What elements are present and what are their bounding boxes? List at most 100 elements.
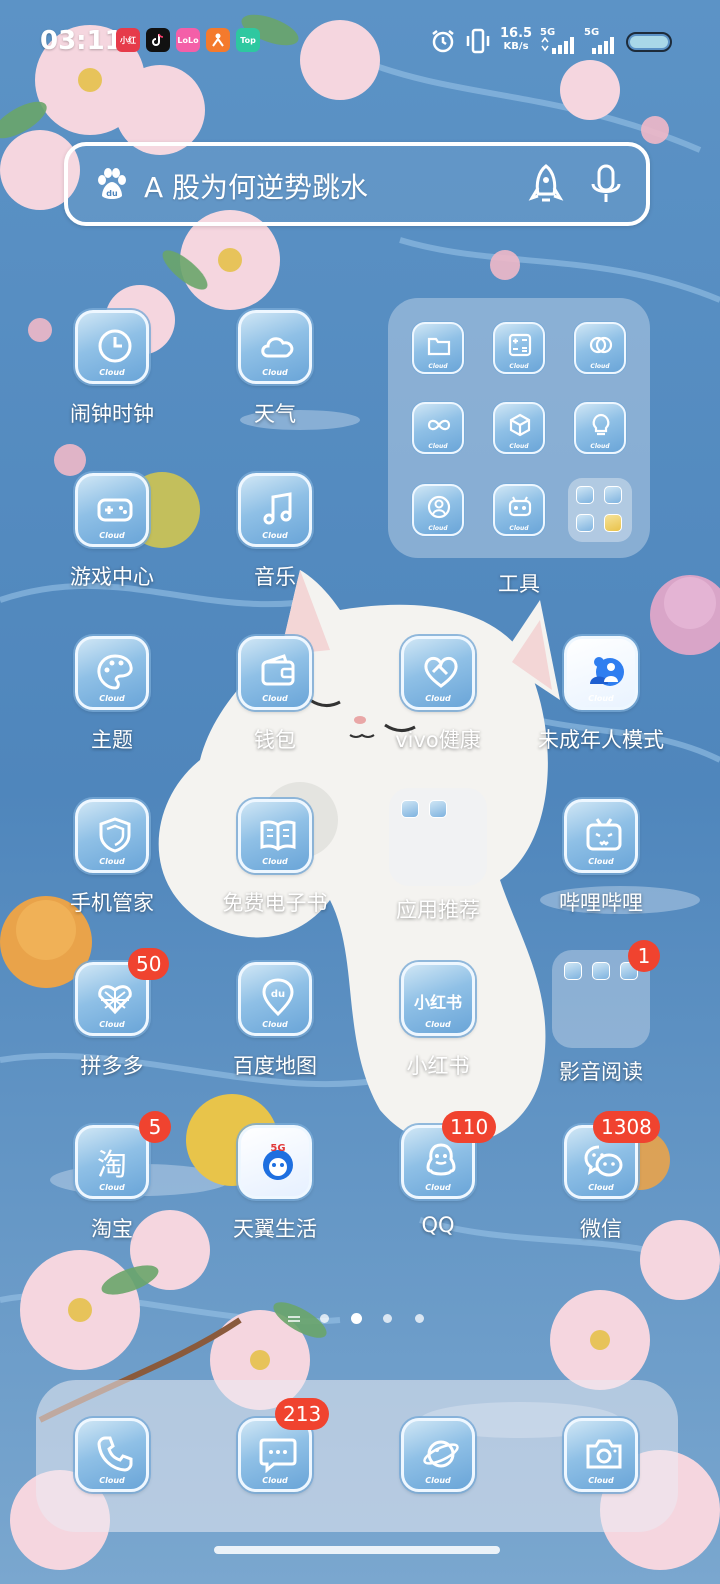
app-minor-mode[interactable]: Cloud 未成年人模式 [521,636,681,776]
notification-badge: 50 [128,948,170,980]
xiaohongshu-icon: 小红书 [413,993,462,1012]
app-icon-tile[interactable]: Cloud [401,1418,475,1492]
app-label: QQ [421,1213,455,1237]
app-pinduoduo[interactable]: Cloud 50 拼多多 [32,948,192,1102]
app-icon-tile[interactable]: Cloud [75,473,149,547]
folder-app-calculator[interactable]: Cloud [493,322,545,374]
page-dot[interactable] [415,1314,424,1323]
svg-text:du: du [106,189,118,198]
app-icon-tile[interactable]: Cloud [401,636,475,710]
folder-subgroup[interactable] [568,478,632,542]
app-icon-tile[interactable]: 淘 Cloud [75,1125,149,1199]
penguin-icon [426,1143,456,1176]
search-bar[interactable]: du A 股为何逆势跳水 [64,142,650,226]
rocket-icon[interactable] [526,162,566,206]
microphone-icon[interactable] [586,162,626,206]
app-tianyi-life[interactable]: 5G 天翼生活 [195,1125,355,1265]
app-wechat[interactable]: Cloud 1308 微信 [521,1111,681,1265]
app-icon-tile[interactable]: Cloud [238,636,312,710]
app-icon-tile[interactable]: du Cloud [238,962,312,1036]
app-wallet[interactable]: Cloud 钱包 [195,636,355,776]
app-label: 天翼生活 [233,1217,317,1241]
app-icon-tile[interactable]: Cloud [75,310,149,384]
folder-app-rings[interactable]: Cloud [574,322,626,374]
app-phone-manager[interactable]: Cloud 手机管家 [32,799,192,939]
app-label: 钱包 [254,728,296,752]
net-speed-value: 16.5 [500,26,533,41]
folder-app-remote[interactable]: Cloud [493,484,545,536]
app-icon-tile[interactable]: Cloud [238,799,312,873]
tv-icon [586,818,622,851]
palette-icon [97,654,133,690]
message-icon [259,1438,297,1474]
page-dot-active[interactable] [351,1313,362,1324]
folder-app-infinity[interactable]: Cloud [412,402,464,454]
folder-app-tips[interactable]: Cloud [574,402,626,454]
app-icon-tile[interactable]: Cloud [75,799,149,873]
page-indicator-menu-icon [288,1316,300,1318]
app-taobao[interactable]: 淘 Cloud 5 淘宝 [32,1111,192,1265]
app-game-center[interactable]: Cloud 游戏中心 [32,473,192,613]
app-icon-tile[interactable]: Cloud [564,799,638,873]
taobao-icon: 淘 [97,1148,127,1183]
app-label: vivo健康 [395,728,481,752]
icon-caption: Cloud [588,1476,614,1485]
app-weather[interactable]: Cloud 天气 [195,310,355,450]
dock-phone[interactable]: Cloud [32,1418,192,1558]
music-note-icon [263,492,292,525]
icon-caption: Cloud [428,525,448,532]
app-bilibili[interactable]: Cloud 哔哩哔哩 [521,799,681,939]
tianyi-5g-text: 5G [270,1143,285,1154]
folder-app-recommend[interactable] [389,788,487,886]
icon-caption: Cloud [425,1183,451,1192]
app-xiaohongshu[interactable]: 小红书 Cloud 小红书 [358,962,518,1102]
lele-app-icon: LoLo [176,28,200,52]
app-free-ebook[interactable]: Cloud 免费电子书 [195,799,355,939]
app-icon-tile[interactable]: Cloud [564,636,638,710]
app-label: 音乐 [254,565,296,589]
gamepad-icon [97,498,133,522]
home-indicator[interactable] [214,1546,500,1554]
dock-messages[interactable]: Cloud 213 [195,1398,355,1558]
dock-camera[interactable]: Cloud [521,1418,681,1558]
app-icon-tile[interactable]: 小红书 Cloud [401,962,475,1036]
heart-icon [424,656,458,688]
app-icon-tile[interactable]: Cloud [238,310,312,384]
app-label: 免费电子书 [222,891,328,915]
app-icon-tile[interactable]: 5G [238,1125,312,1199]
app-label: 手机管家 [70,891,154,915]
folder-app-box[interactable]: Cloud [493,402,545,454]
icon-caption: Cloud [590,363,610,370]
app-vivo-health[interactable]: Cloud vivo健康 [358,636,518,776]
app-clock[interactable]: Cloud 闹钟时钟 [32,310,192,450]
app-label: 哔哩哔哩 [559,891,643,915]
app-icon-tile[interactable]: Cloud [75,1418,149,1492]
app-qq[interactable]: Cloud 110 QQ [358,1111,518,1265]
page-dot[interactable] [383,1314,392,1323]
folder-icon [427,337,451,356]
folder-app-account[interactable]: Cloud [412,484,464,536]
mini-app-icon [576,514,594,532]
folder-tools[interactable]: Cloud Cloud Cloud Cloud Cloud Cloud Clou… [388,298,650,558]
app-baidu-map[interactable]: du Cloud 百度地图 [195,962,355,1102]
app-icon-tile[interactable]: Cloud [564,1418,638,1492]
icon-caption: Cloud [588,694,614,703]
map-pin-icon: du [262,978,294,1017]
app-theme[interactable]: Cloud 主题 [32,636,192,776]
page-dot[interactable] [320,1314,329,1323]
app-music[interactable]: Cloud 音乐 [195,473,355,613]
cloud-icon [261,337,294,358]
icon-caption: Cloud [428,443,448,450]
dock-browser[interactable]: Cloud [358,1418,518,1558]
clock-icon [98,329,132,363]
status-bar: 03:11 小红 LoLo Top 16.5 KB/s 5G 5G [0,0,720,84]
app-icon-tile[interactable]: Cloud [238,473,312,547]
icon-caption: Cloud [99,368,125,377]
app-icon-tile[interactable]: Cloud [75,636,149,710]
notification-badge: 213 [275,1398,330,1430]
folder-app-files[interactable]: Cloud [412,322,464,374]
shield-icon [99,817,131,853]
icon-caption: Cloud [99,531,125,540]
page-indicator[interactable] [0,1310,720,1326]
status-time: 03:11 [40,26,123,56]
